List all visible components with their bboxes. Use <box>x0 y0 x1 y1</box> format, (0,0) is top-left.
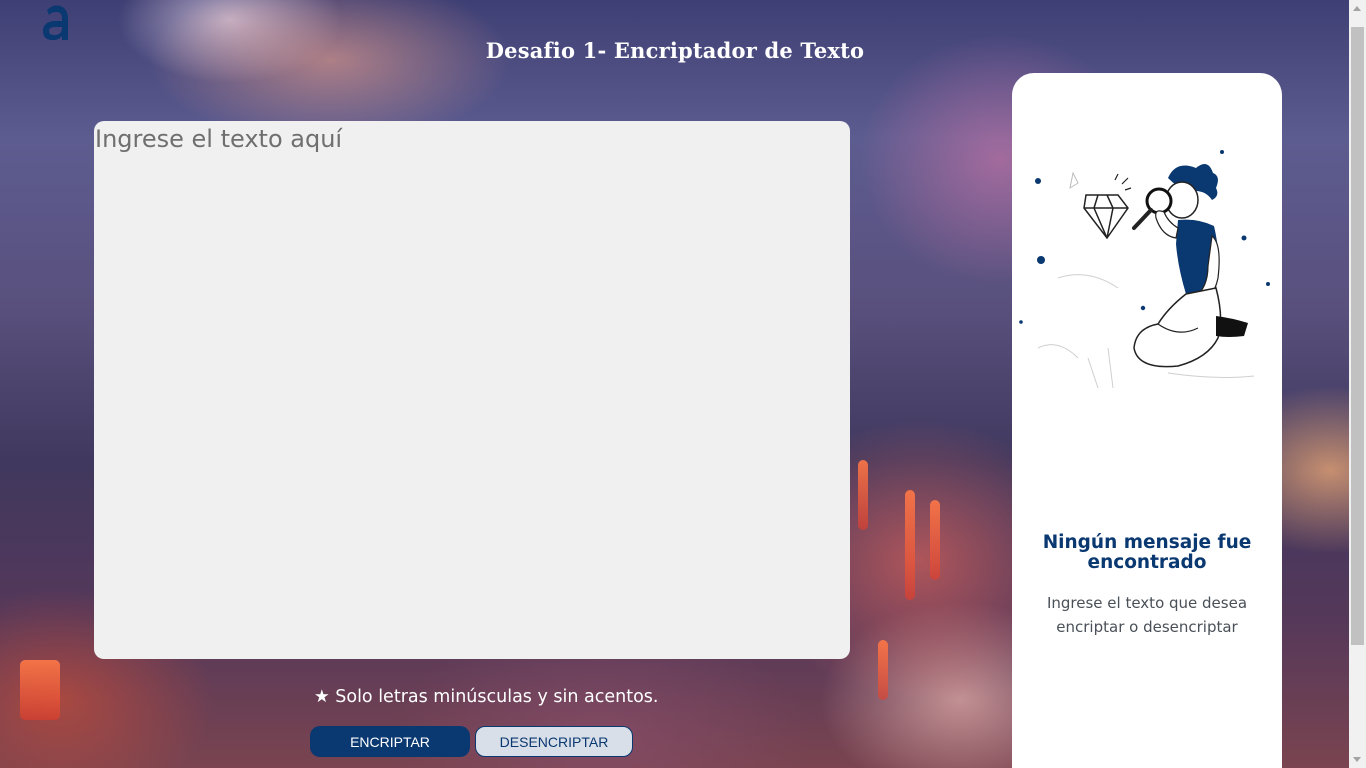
text-input[interactable] <box>94 121 850 659</box>
page: Desafio 1- Encriptador de Texto ★ Solo l… <box>0 0 1366 768</box>
person-with-magnifying-glass-illustration <box>1019 150 1270 389</box>
background-lava-streak <box>930 500 940 580</box>
no-message-heading: Ningún mensaje fue encontrado <box>1042 532 1252 573</box>
encrypt-button[interactable]: ENCRIPTAR <box>310 726 470 757</box>
page-title: Desafio 1- Encriptador de Texto <box>485 38 865 63</box>
output-panel: Ningún mensaje fue encontrado Ingrese el… <box>1012 73 1282 768</box>
no-message-description: Ingrese el texto que desea encriptar o d… <box>1046 594 1248 636</box>
scrollbar-thumb[interactable] <box>1351 27 1364 645</box>
background-lava-streak <box>20 660 60 720</box>
background-lava-streak <box>858 460 868 530</box>
scroll-down-arrow-icon[interactable] <box>1353 757 1361 762</box>
scroll-up-arrow-icon[interactable] <box>1353 6 1361 11</box>
background-lava-streak <box>878 640 888 700</box>
background-lava-streak <box>905 490 915 600</box>
page-scrollbar[interactable] <box>1349 0 1366 768</box>
decrypt-button[interactable]: DESENCRIPTAR <box>475 726 633 757</box>
input-hint: ★ Solo letras minúsculas y sin acentos. <box>314 687 659 707</box>
